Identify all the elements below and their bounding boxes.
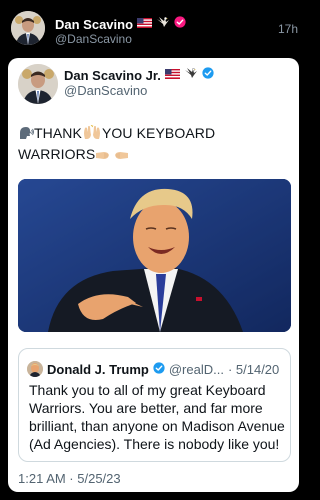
eagle-icon	[184, 66, 198, 84]
handle[interactable]: @DanScavino	[55, 32, 132, 46]
handle[interactable]: @realD...	[169, 362, 224, 377]
raised-hands-icon	[82, 124, 102, 145]
quoted-post-header: Donald J. Trump @realD... · 5/14/20	[27, 361, 279, 377]
display-name[interactable]: Donald J. Trump	[47, 362, 149, 377]
post-text: THANK YOU KEYBOARD WARRIORS	[18, 124, 288, 166]
verified-badge-icon	[202, 66, 214, 84]
fist-bump-icon	[95, 147, 129, 166]
verified-badge-icon	[174, 15, 186, 33]
verified-badge-icon	[153, 361, 165, 377]
outer-post-header: Dan Scavino @DanScavino 17h	[0, 0, 310, 58]
quoted-post-date: · 5/14/20	[227, 361, 280, 377]
quoted-post-text: Thank you to all of my great Keyboard Wa…	[29, 382, 285, 452]
post-text-part3: WARRIORS	[18, 146, 96, 162]
avatar[interactable]	[11, 11, 45, 45]
us-flag-icon	[164, 66, 180, 84]
handle[interactable]: @DanScavino	[64, 83, 147, 98]
display-name[interactable]: Dan Scavino Jr.	[64, 68, 161, 83]
display-name[interactable]: Dan Scavino	[55, 17, 133, 32]
us-flag-icon	[137, 15, 153, 33]
speaking-head-icon	[18, 126, 34, 145]
outer-name-row: Dan Scavino	[55, 15, 186, 33]
post-text-part2: YOU KEYBOARD	[101, 125, 216, 141]
card-name-row: Dan Scavino Jr.	[64, 66, 214, 84]
embedded-post-card[interactable]: Dan Scavino Jr. @DanScavino THANK YOU KE…	[8, 58, 299, 492]
post-time[interactable]: 17h	[278, 22, 298, 36]
post-photo[interactable]	[18, 179, 291, 332]
quoted-post[interactable]: Donald J. Trump @realD... · 5/14/20 Than…	[18, 348, 291, 462]
eagle-icon	[156, 15, 170, 33]
post-timestamp[interactable]: 1:21 AM · 5/25/23	[18, 471, 121, 486]
avatar[interactable]	[27, 361, 43, 377]
avatar[interactable]	[18, 64, 58, 104]
post-text-part1: THANK	[34, 125, 82, 141]
